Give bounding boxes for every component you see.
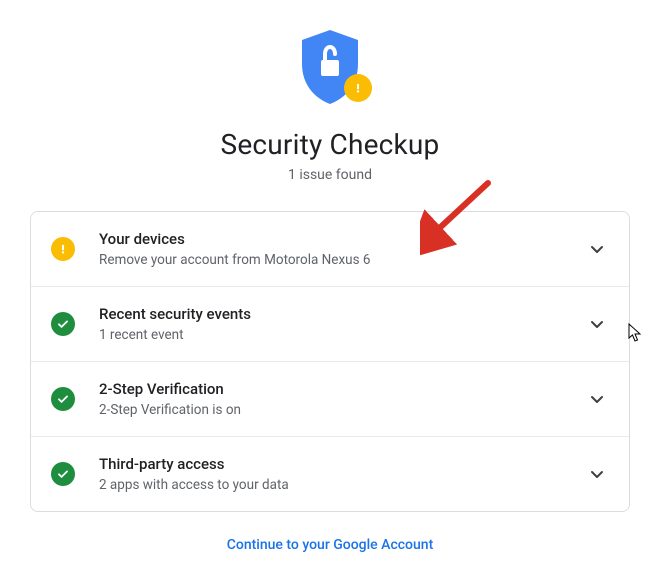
row-subtitle: Remove your account from Motorola Nexus … <box>99 252 585 268</box>
check-icon <box>51 387 75 411</box>
shield-warning-icon <box>298 28 362 106</box>
row-title: Third-party access <box>99 455 585 473</box>
row-title: 2-Step Verification <box>99 380 585 398</box>
checkup-list: Your devices Remove your account from Mo… <box>30 211 630 512</box>
check-icon <box>51 462 75 486</box>
row-title: Recent security events <box>99 305 585 323</box>
check-icon <box>51 312 75 336</box>
warning-badge-icon <box>344 74 372 102</box>
chevron-down-icon <box>585 237 609 261</box>
row-text: Third-party access 2 apps with access to… <box>99 455 585 493</box>
page-subtitle: 1 issue found <box>30 167 630 183</box>
chevron-down-icon <box>585 312 609 336</box>
row-subtitle: 2 apps with access to your data <box>99 477 585 493</box>
warning-icon <box>51 237 75 261</box>
chevron-down-icon <box>585 462 609 486</box>
row-text: Recent security events 1 recent event <box>99 305 585 343</box>
continue-link[interactable]: Continue to your Google Account <box>227 537 434 553</box>
row-your-devices[interactable]: Your devices Remove your account from Mo… <box>31 212 629 287</box>
row-text: 2-Step Verification 2-Step Verification … <box>99 380 585 418</box>
row-title: Your devices <box>99 230 585 248</box>
row-subtitle: 2-Step Verification is on <box>99 402 585 418</box>
footer: Continue to your Google Account <box>30 534 630 553</box>
page-header: Security Checkup 1 issue found <box>30 0 630 183</box>
row-third-party-access[interactable]: Third-party access 2 apps with access to… <box>31 437 629 511</box>
row-2-step-verification[interactable]: 2-Step Verification 2-Step Verification … <box>31 362 629 437</box>
row-subtitle: 1 recent event <box>99 327 585 343</box>
page-title: Security Checkup <box>30 128 630 161</box>
chevron-down-icon <box>585 387 609 411</box>
row-recent-security-events[interactable]: Recent security events 1 recent event <box>31 287 629 362</box>
row-text: Your devices Remove your account from Mo… <box>99 230 585 268</box>
